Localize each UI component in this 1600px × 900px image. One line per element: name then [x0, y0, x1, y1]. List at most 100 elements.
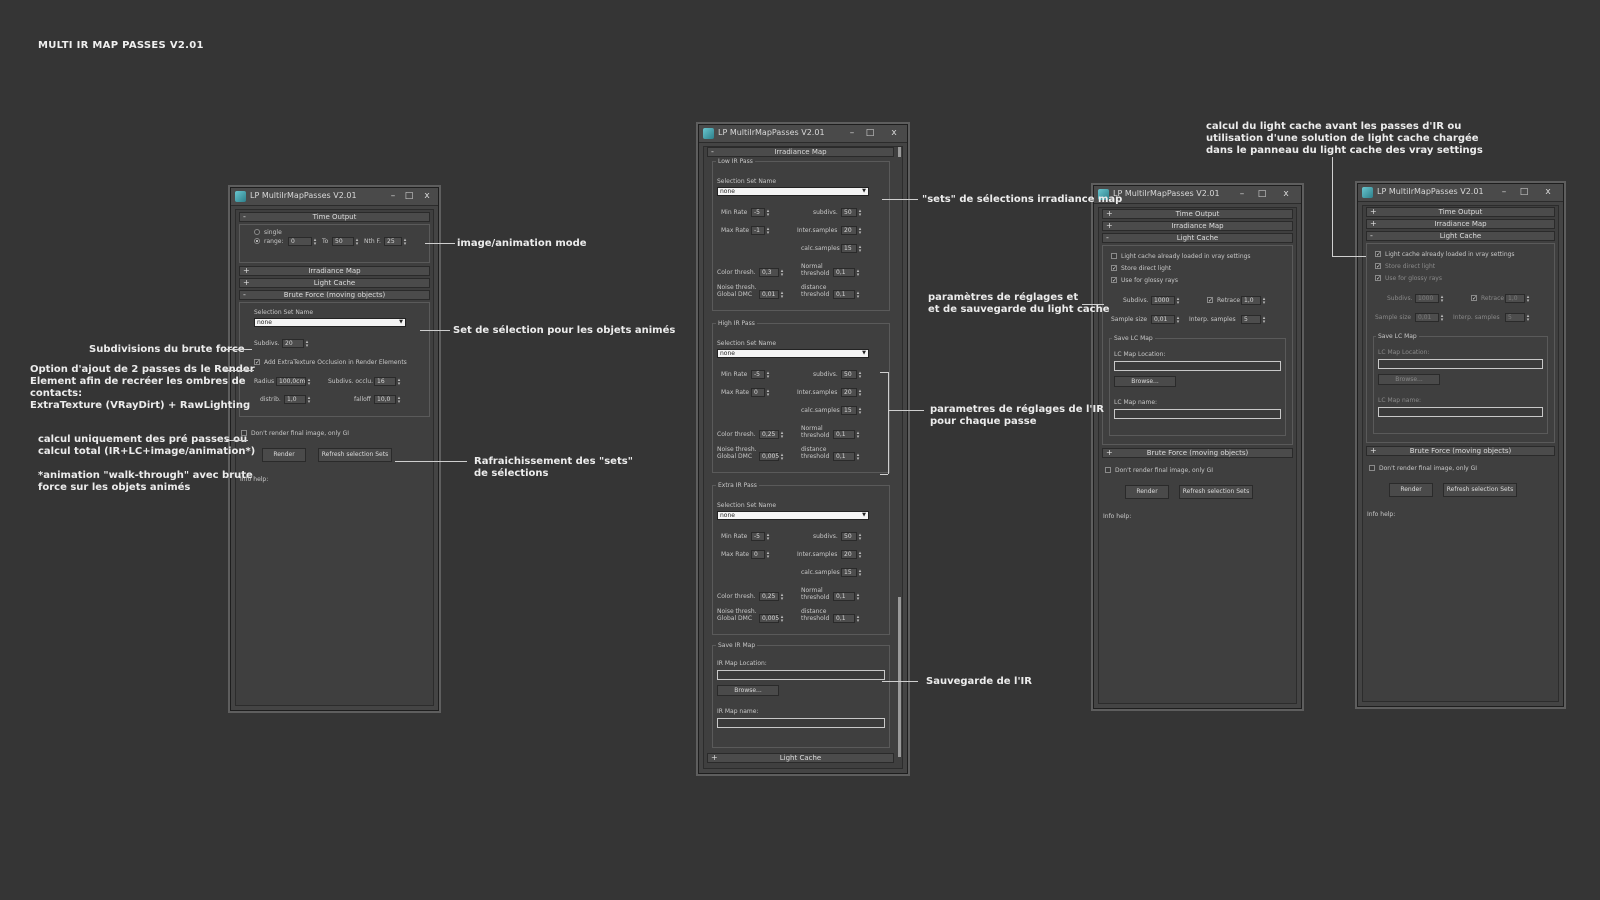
spinner-arrows-icon[interactable]: ▴ ▾ — [855, 291, 861, 300]
rollout-light-cache[interactable]: + Light Cache — [239, 278, 430, 288]
brute-force-selection-dropdown[interactable]: none ▼ — [254, 318, 406, 327]
spinner-arrows-icon[interactable]: ▴ ▾ — [779, 453, 785, 462]
spinner-arrows-icon[interactable]: ▴ ▾ — [857, 209, 863, 218]
render-button[interactable]: Render — [1125, 485, 1169, 499]
rollout-irradiance-map[interactable]: + Irradiance Map — [1366, 219, 1555, 229]
spinner-arrows-icon[interactable]: ▴ ▾ — [857, 551, 863, 560]
spinner-arrows-icon[interactable]: ▴ ▾ — [779, 431, 785, 440]
rollout-brute-force[interactable]: - Brute Force (moving objects) — [239, 290, 430, 300]
spinner-arrows-icon[interactable]: ▴ ▾ — [765, 533, 771, 542]
normal-threshold-spinner[interactable]: 0,1 ▴ ▾ — [833, 592, 859, 602]
dont-render-checkbox[interactable] — [1369, 465, 1375, 471]
spinner-arrows-icon[interactable]: ▴ ▾ — [857, 245, 863, 254]
refresh-selection-sets-button[interactable]: Refresh selection Sets — [1179, 485, 1253, 499]
spinner-arrows-icon[interactable]: ▴ ▾ — [1175, 316, 1181, 325]
distrib-spinner[interactable]: 1,0 ▴ ▾ — [284, 395, 310, 405]
minimize-icon[interactable]: – — [845, 127, 859, 139]
lc-browse-button[interactable]: Browse... — [1114, 376, 1176, 387]
maximize-icon[interactable]: □ — [1255, 188, 1269, 200]
rollout-time-output[interactable]: - Time Output — [239, 212, 430, 222]
lc-map-location-field[interactable] — [1114, 361, 1281, 371]
store-direct-light-checkbox[interactable]: ✓ — [1111, 265, 1117, 272]
color-thresh-spinner[interactable]: 0,25 ▴ ▾ — [759, 430, 783, 440]
window-titlebar[interactable]: LP MultiIrMapPasses V2.01 – □ x — [1358, 184, 1563, 202]
spinner-arrows-icon[interactable]: ▴ ▾ — [765, 551, 771, 560]
lc-browse-button[interactable]: Browse... — [1378, 374, 1440, 385]
minimize-icon[interactable]: – — [1497, 186, 1511, 198]
window-titlebar[interactable]: LP MultiIrMapPasses V2.01 – □ x — [231, 188, 438, 206]
subdivs-occlu-spinner[interactable]: 16 ▴ ▾ — [374, 377, 400, 387]
interp-samples-spinner[interactable]: 5 ▴ ▾ — [1241, 315, 1265, 325]
lc-subdivs-spinner[interactable]: 1000 ▴ ▾ — [1415, 294, 1443, 304]
scrollbar-thumb-top[interactable] — [898, 147, 901, 157]
sample-size-spinner[interactable]: 0,01 ▴ ▾ — [1151, 315, 1179, 325]
spinner-arrows-icon[interactable]: ▴ ▾ — [857, 407, 863, 416]
spinner-arrows-icon[interactable]: ▴ ▾ — [1439, 295, 1445, 304]
ir-browse-button[interactable]: Browse... — [717, 685, 779, 696]
normal-threshold-spinner[interactable]: 0,1 ▴ ▾ — [833, 268, 859, 278]
rollout-light-cache[interactable]: + Light Cache — [707, 753, 894, 763]
range-to-spinner[interactable]: 50 ▴ ▾ — [332, 237, 358, 247]
spinner-arrows-icon[interactable]: ▴ ▾ — [765, 371, 771, 380]
spinner-arrows-icon[interactable]: ▴ ▾ — [765, 389, 771, 398]
lc-already-loaded-checkbox[interactable]: ✓ — [1375, 251, 1381, 258]
spinner-arrows-icon[interactable]: ▴ ▾ — [304, 340, 310, 349]
spinner-arrows-icon[interactable]: ▴ ▾ — [857, 533, 863, 542]
rollout-time-output[interactable]: + Time Output — [1102, 209, 1293, 219]
color-thresh-spinner[interactable]: 0,25 ▴ ▾ — [759, 592, 783, 602]
spinner-arrows-icon[interactable]: ▴ ▾ — [855, 593, 861, 602]
min-rate-spinner[interactable]: -5 ▴ ▾ — [751, 370, 769, 380]
retrace-spinner[interactable]: 1,0 ▴ ▾ — [1505, 294, 1529, 304]
noise-thresh-spinner[interactable]: 0,01 ▴ ▾ — [759, 290, 783, 300]
ir-pass-selection-dropdown[interactable]: none ▼ — [717, 349, 869, 358]
spinner-arrows-icon[interactable]: ▴ ▾ — [857, 371, 863, 380]
scrollbar-thumb[interactable] — [898, 597, 901, 757]
retrace-spinner[interactable]: 1,0 ▴ ▾ — [1241, 296, 1265, 306]
bf-subdivs-spinner[interactable]: 20 ▴ ▾ — [282, 339, 308, 349]
spinner-arrows-icon[interactable]: ▴ ▾ — [765, 227, 771, 236]
rollout-light-cache[interactable]: - Light Cache — [1366, 231, 1555, 241]
max-rate-spinner[interactable]: 0 ▴ ▾ — [751, 388, 769, 398]
rollout-light-cache[interactable]: - Light Cache — [1102, 233, 1293, 243]
spinner-arrows-icon[interactable]: ▴ ▾ — [402, 238, 408, 247]
max-rate-spinner[interactable]: -1 ▴ ▾ — [751, 226, 769, 236]
spinner-arrows-icon[interactable]: ▴ ▾ — [354, 238, 360, 247]
noise-thresh-spinner[interactable]: 0,005 ▴ ▾ — [759, 452, 783, 462]
close-icon[interactable]: x — [420, 190, 434, 202]
spinner-arrows-icon[interactable]: ▴ ▾ — [306, 396, 312, 405]
use-glossy-rays-checkbox[interactable]: ✓ — [1111, 277, 1117, 284]
maximize-icon[interactable]: □ — [863, 127, 877, 139]
minimize-icon[interactable]: – — [1235, 188, 1249, 200]
spinner-arrows-icon[interactable]: ▴ ▾ — [306, 378, 312, 387]
min-rate-spinner[interactable]: -5 ▴ ▾ — [751, 532, 769, 542]
ir-map-name-field[interactable] — [717, 718, 885, 728]
rollout-brute-force[interactable]: + Brute Force (moving objects) — [1102, 448, 1293, 458]
maximize-icon[interactable]: □ — [1517, 186, 1531, 198]
rollout-brute-force[interactable]: + Brute Force (moving objects) — [1366, 446, 1555, 456]
retrace-checkbox[interactable]: ✓ — [1207, 297, 1213, 304]
rollout-irradiance-map[interactable]: + Irradiance Map — [239, 266, 430, 276]
spinner-arrows-icon[interactable]: ▴ ▾ — [779, 593, 785, 602]
ir-map-location-field[interactable] — [717, 670, 885, 680]
distance-threshold-spinner[interactable]: 0,1 ▴ ▾ — [833, 614, 859, 624]
lc-subdivs-spinner[interactable]: 1000 ▴ ▾ — [1151, 296, 1179, 306]
spinner-arrows-icon[interactable]: ▴ ▾ — [396, 378, 402, 387]
normal-threshold-spinner[interactable]: 0,1 ▴ ▾ — [833, 430, 859, 440]
close-icon[interactable]: x — [1541, 186, 1555, 198]
render-button[interactable]: Render — [1389, 483, 1433, 497]
spinner-arrows-icon[interactable]: ▴ ▾ — [779, 615, 785, 624]
ir-pass-selection-dropdown[interactable]: none ▼ — [717, 511, 869, 520]
spinner-arrows-icon[interactable]: ▴ ▾ — [855, 269, 861, 278]
range-radio[interactable] — [254, 238, 260, 244]
calc-samples-spinner[interactable]: 15 ▴ ▾ — [841, 406, 861, 416]
refresh-selection-sets-button[interactable]: Refresh selection Sets — [318, 448, 392, 462]
color-thresh-spinner[interactable]: 0,3 ▴ ▾ — [759, 268, 783, 278]
sample-size-spinner[interactable]: 0,01 ▴ ▾ — [1415, 313, 1443, 323]
retrace-checkbox[interactable]: ✓ — [1471, 295, 1477, 302]
spinner-arrows-icon[interactable]: ▴ ▾ — [1525, 314, 1531, 323]
lc-already-loaded-checkbox[interactable] — [1111, 253, 1117, 259]
spinner-arrows-icon[interactable]: ▴ ▾ — [857, 227, 863, 236]
rollout-irradiance-map[interactable]: + Irradiance Map — [1102, 221, 1293, 231]
calc-samples-spinner[interactable]: 15 ▴ ▾ — [841, 568, 861, 578]
store-direct-light-checkbox[interactable]: ✓ — [1375, 263, 1381, 270]
